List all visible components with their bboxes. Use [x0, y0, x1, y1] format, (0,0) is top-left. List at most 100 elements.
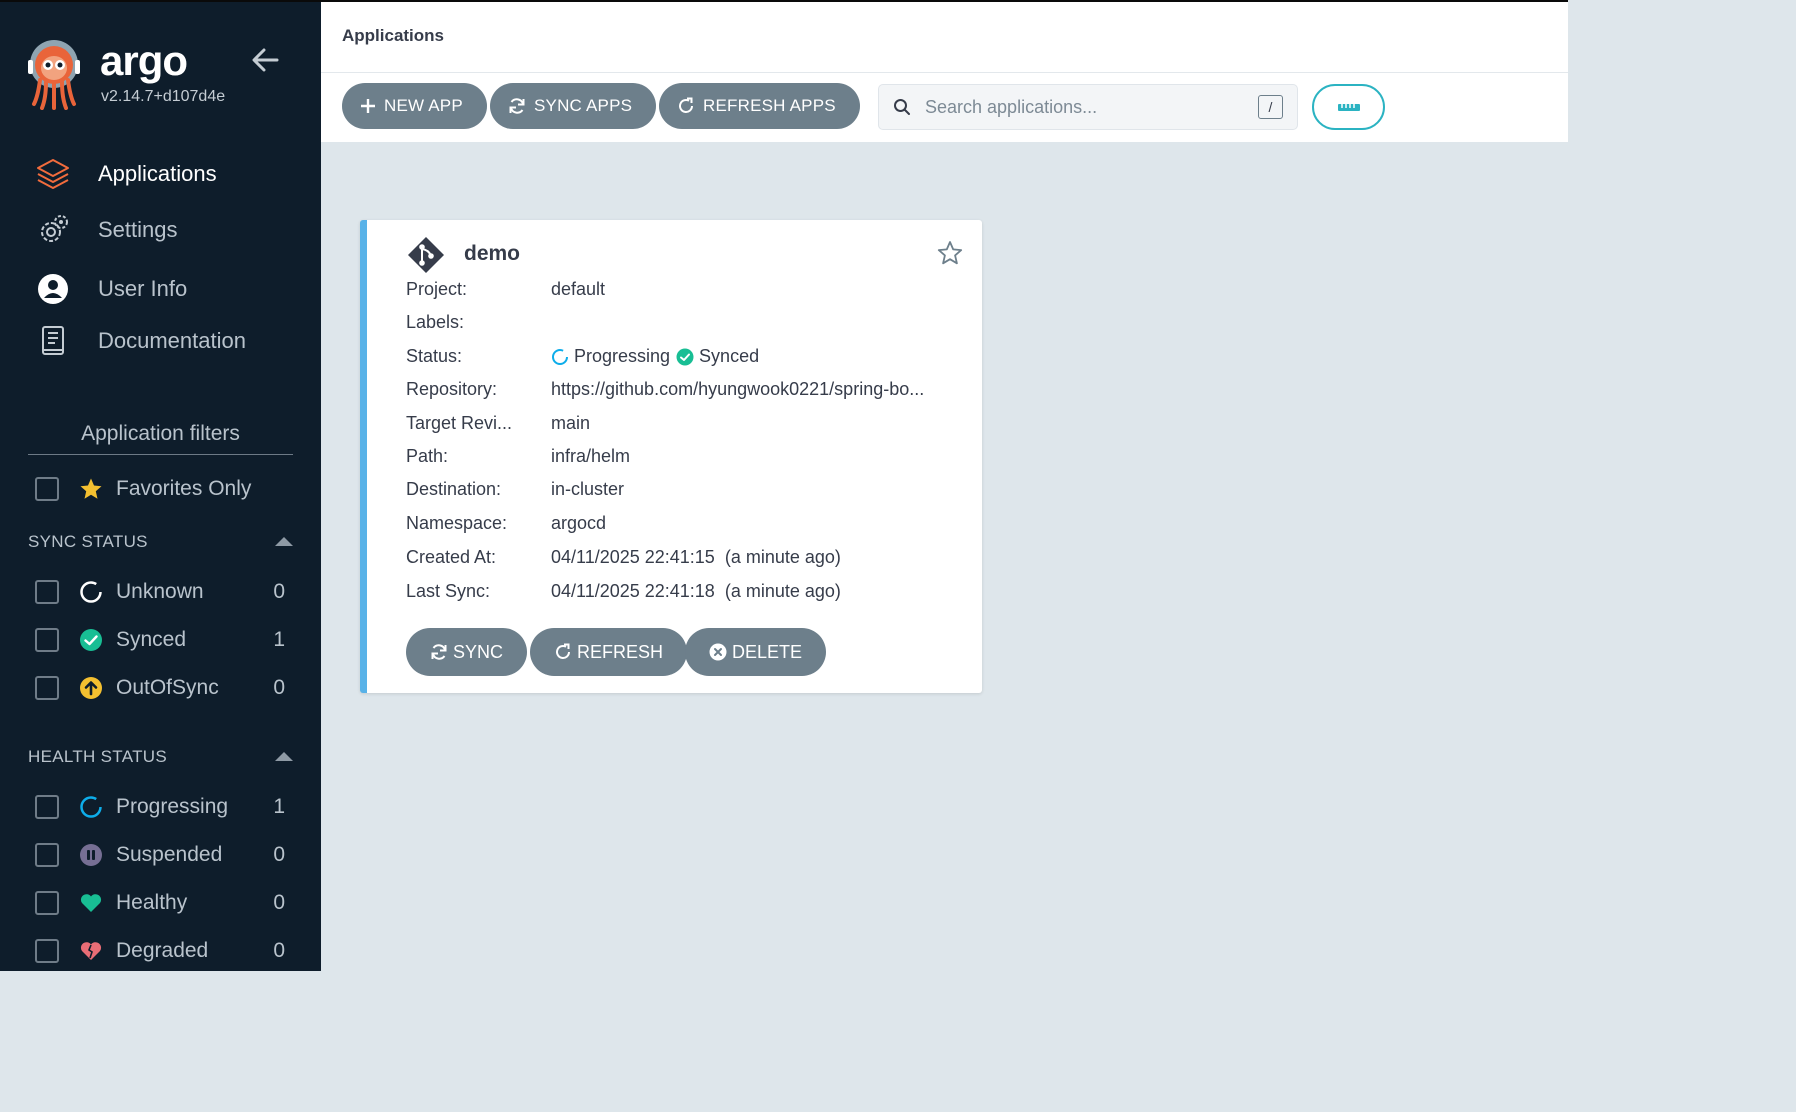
broken-heart-icon [80, 942, 102, 960]
checkbox[interactable] [35, 628, 59, 652]
progressing-circle-icon [80, 796, 102, 818]
nav-documentation[interactable]: Documentation [0, 316, 321, 366]
top-toolbar: Applications NEW APP SYNC APPS REFRESH A… [321, 0, 1568, 142]
filter-sync-synced[interactable]: Synced 1 [0, 620, 321, 660]
caret-up-icon[interactable] [274, 535, 294, 547]
field-value: argocd [551, 513, 607, 533]
git-icon [408, 237, 444, 273]
field-value: 04/11/2025 22:41:18 (a minute ago) [551, 581, 841, 601]
field-key: Status: [406, 346, 463, 366]
filter-label: Degraded [116, 939, 209, 962]
refresh-icon [679, 97, 693, 113]
sync-status-text: Synced [699, 346, 760, 366]
star-icon [80, 478, 102, 499]
sync-status-heading: SYNC STATUS [28, 532, 148, 551]
search-shortcut-key: / [1258, 95, 1283, 119]
search-icon [894, 99, 910, 115]
field-key: Project: [406, 279, 468, 299]
filter-label: Healthy [116, 891, 188, 914]
divider [321, 72, 1568, 73]
sync-apps-button[interactable]: SYNC APPS [490, 83, 657, 129]
argo-logo-icon [28, 40, 80, 110]
filter-label: OutOfSync [116, 676, 219, 699]
sync-button[interactable]: SYNC [406, 628, 528, 676]
page-title: Applications [342, 26, 445, 45]
favorite-star-icon[interactable] [937, 240, 963, 266]
favorites-filter[interactable]: Favorites Only [0, 469, 321, 509]
filter-count: 0 [273, 939, 285, 962]
filter-health-healthy[interactable]: Healthy 0 [0, 883, 321, 923]
favorites-checkbox[interactable] [35, 477, 59, 501]
check-circle-icon [80, 629, 102, 651]
field-value: default [551, 279, 606, 299]
filter-sync-unknown[interactable]: Unknown 0 [0, 572, 321, 612]
user-icon [36, 272, 70, 306]
checkbox[interactable] [35, 939, 59, 963]
view-toggle-button[interactable] [1312, 84, 1385, 130]
nav-label: Applications [98, 161, 217, 186]
search-input[interactable] [923, 96, 1247, 119]
delete-button[interactable]: DELETE [685, 628, 827, 676]
filter-count: 1 [273, 795, 285, 818]
progressing-circle-icon [552, 348, 568, 365]
tiles-view-icon [1337, 104, 1360, 111]
layers-icon [36, 157, 70, 191]
app-name[interactable]: demo [464, 242, 520, 266]
filter-count: 0 [273, 843, 285, 866]
book-icon [36, 324, 70, 358]
filter-health-progressing[interactable]: Progressing 1 [0, 787, 321, 827]
nav-settings[interactable]: Settings [0, 205, 321, 255]
filter-count: 0 [273, 891, 285, 914]
close-circle-icon [709, 643, 727, 661]
filter-health-degraded[interactable]: Degraded 0 [0, 931, 321, 971]
field-key: Destination: [406, 479, 502, 499]
checkbox[interactable] [35, 891, 59, 915]
field-key: Last Sync: [406, 581, 491, 601]
sync-icon [431, 644, 447, 660]
filter-health-suspended[interactable]: Suspended 0 [0, 835, 321, 875]
field-value: infra/helm [551, 446, 631, 466]
delete-label: DELETE [732, 641, 803, 662]
application-filters-title: Application filters [28, 422, 293, 455]
app-tile-demo[interactable]: demo Project: default Labels: Status: Pr… [360, 220, 982, 693]
field-value: main [551, 413, 591, 433]
version-label: v2.14.7+d107d4e [101, 88, 226, 105]
field-key: Labels: [406, 312, 465, 332]
new-app-label: NEW APP [384, 96, 463, 115]
nav-label: User Info [98, 276, 188, 301]
repository-link[interactable]: https://github.com/hyungwook0221/spring-… [551, 379, 951, 400]
field-value: 04/11/2025 22:41:15 (a minute ago) [551, 547, 841, 567]
refresh-apps-label: REFRESH APPS [703, 96, 836, 115]
filter-count: 1 [273, 628, 285, 651]
field-key: Repository: [406, 379, 498, 399]
collapse-sidebar-arrow-icon[interactable] [250, 46, 280, 74]
checkbox[interactable] [35, 843, 59, 867]
sync-apps-label: SYNC APPS [534, 96, 633, 115]
field-value: in-cluster [551, 479, 625, 499]
new-app-button[interactable]: NEW APP [342, 83, 487, 129]
nav-user-info[interactable]: User Info [0, 264, 321, 314]
field-key: Path: [406, 446, 449, 466]
refresh-icon [556, 643, 570, 659]
sync-icon [509, 98, 525, 114]
filter-label: Progressing [116, 795, 229, 818]
unknown-circle-icon [80, 581, 102, 603]
heart-icon [80, 894, 102, 912]
plus-icon [361, 99, 375, 113]
nav-label: Settings [98, 217, 178, 242]
checkbox[interactable] [35, 676, 59, 700]
pause-circle-icon [80, 844, 102, 866]
checkbox[interactable] [35, 580, 59, 604]
favorites-label: Favorites Only [116, 477, 252, 500]
search-box[interactable]: / [878, 84, 1298, 130]
nav-applications[interactable]: Applications [0, 149, 321, 199]
filter-count: 0 [273, 676, 285, 699]
gear-icon [36, 213, 70, 247]
filter-sync-outofsync[interactable]: OutOfSync 0 [0, 668, 321, 708]
refresh-button[interactable]: REFRESH [530, 628, 688, 676]
sync-label: SYNC [453, 641, 504, 662]
filter-label: Suspended [116, 843, 223, 866]
caret-up-icon[interactable] [274, 750, 294, 762]
refresh-apps-button[interactable]: REFRESH APPS [659, 83, 860, 129]
checkbox[interactable] [35, 795, 59, 819]
